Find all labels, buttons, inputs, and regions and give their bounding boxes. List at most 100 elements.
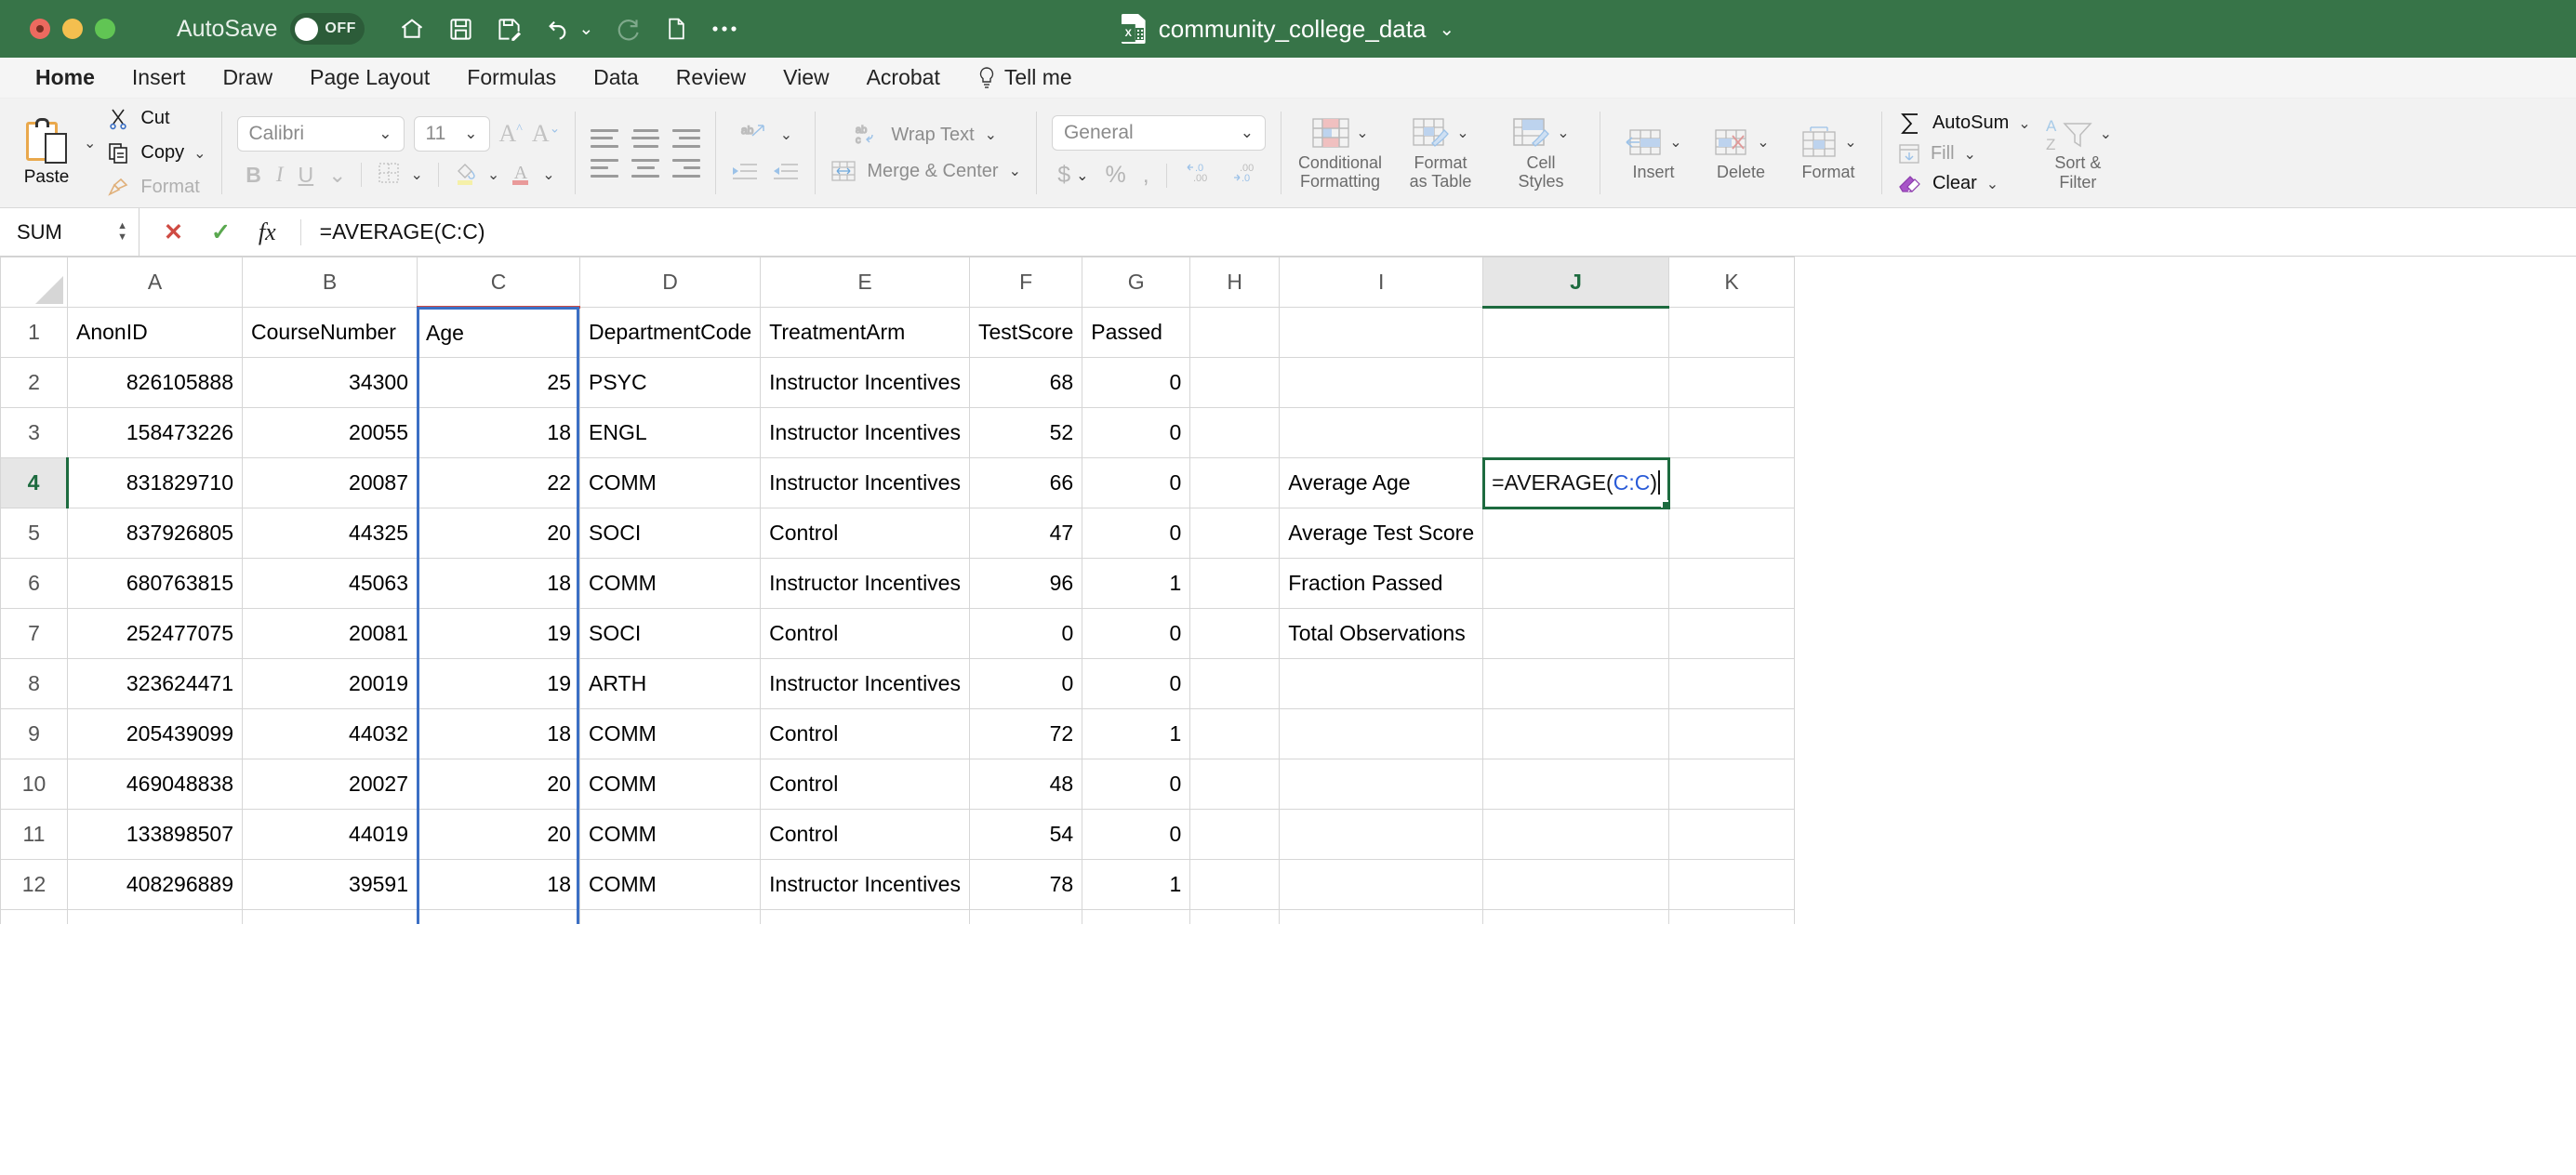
redo-icon[interactable] — [614, 15, 642, 43]
decrease-decimal-button[interactable]: .00.0 — [1230, 160, 1260, 191]
decrease-font-size-button[interactable]: A⌄ — [532, 120, 561, 148]
cell-H2[interactable] — [1189, 357, 1281, 408]
cell-I10[interactable] — [1279, 759, 1484, 810]
row-header-2[interactable]: 2 — [0, 357, 68, 408]
cell-J2[interactable] — [1482, 357, 1670, 408]
cell-C4[interactable]: 22 — [417, 457, 580, 508]
new-document-icon[interactable] — [662, 15, 690, 43]
cell-J12[interactable] — [1482, 859, 1670, 910]
cell-K6[interactable] — [1668, 558, 1796, 609]
cell-I2[interactable] — [1279, 357, 1484, 408]
undo-chevron-down-icon[interactable]: ⌄ — [578, 19, 593, 40]
cell-C7[interactable]: 19 — [417, 608, 580, 659]
cell-E7[interactable]: Control — [760, 608, 970, 659]
row-header-1[interactable]: 1 — [0, 307, 68, 358]
cell-I12[interactable] — [1279, 859, 1484, 910]
increase-font-size-button[interactable]: A^ — [499, 120, 523, 148]
cell-I5[interactable]: Average Test Score — [1279, 508, 1484, 559]
cell-A7[interactable]: 252477075 — [67, 608, 243, 659]
cell-G11[interactable]: 0 — [1082, 809, 1191, 860]
cell-B9[interactable]: 44032 — [242, 708, 418, 759]
row-header-12[interactable]: 12 — [0, 859, 68, 910]
column-header-H[interactable]: H — [1189, 257, 1281, 308]
cell-D12[interactable]: COMM — [578, 859, 762, 910]
cell-A2[interactable]: 826105888 — [67, 357, 243, 408]
tell-me-search[interactable]: Tell me — [959, 65, 1072, 90]
cell-G6[interactable]: 1 — [1082, 558, 1191, 609]
cell-C2[interactable]: 25 — [417, 357, 580, 408]
cell-D5[interactable]: SOCI — [578, 508, 762, 559]
row-header-13[interactable]: 13 — [0, 909, 68, 924]
clear-chevron-down-icon[interactable]: ⌄ — [1986, 175, 1998, 193]
merge-center-chevron-down-icon[interactable]: ⌄ — [1009, 162, 1021, 180]
tab-formulas[interactable]: Formulas — [448, 65, 575, 90]
cell-D13[interactable]: MATH — [578, 909, 762, 924]
tab-draw[interactable]: Draw — [204, 65, 291, 90]
cell-B6[interactable]: 45063 — [242, 558, 418, 609]
sort-filter-chevron-down-icon[interactable]: ⌄ — [2100, 125, 2112, 143]
cell-F8[interactable]: 0 — [968, 658, 1083, 709]
percent-format-button[interactable]: % — [1106, 162, 1126, 189]
column-header-F[interactable]: F — [968, 257, 1083, 308]
cell-K1[interactable] — [1668, 307, 1796, 358]
cell-C8[interactable]: 19 — [417, 658, 580, 709]
increase-decimal-button[interactable]: .0.00 — [1184, 160, 1214, 191]
cell-G3[interactable]: 0 — [1082, 407, 1191, 458]
cell-D10[interactable]: COMM — [578, 759, 762, 810]
cell-G5[interactable]: 0 — [1082, 508, 1191, 559]
sort-filter-button[interactable]: A Z ⌄ Sort & Filter — [2044, 114, 2112, 191]
increase-indent-button[interactable] — [772, 161, 800, 186]
tab-acrobat[interactable]: Acrobat — [848, 65, 959, 90]
cell-B4[interactable]: 20087 — [242, 457, 418, 508]
cell-J8[interactable] — [1482, 658, 1670, 709]
currency-chevron-down-icon[interactable]: ⌄ — [1076, 166, 1088, 185]
paste-button[interactable]: Paste — [11, 118, 82, 188]
tab-home[interactable]: Home — [17, 65, 113, 90]
cell-C13[interactable]: 18 — [417, 909, 580, 924]
cell-J6[interactable] — [1482, 558, 1670, 609]
currency-format-button[interactable]: $ — [1057, 162, 1070, 189]
font-size-select[interactable]: 11 ⌄ — [413, 115, 490, 152]
borders-chevron-down-icon[interactable]: ⌄ — [410, 165, 422, 184]
column-header-G[interactable]: G — [1082, 257, 1191, 308]
close-window-button[interactable] — [30, 19, 50, 39]
cell-A9[interactable]: 205439099 — [67, 708, 243, 759]
copy-button[interactable]: Copy ⌄ — [105, 139, 206, 167]
column-header-K[interactable]: K — [1668, 257, 1796, 308]
cell-H7[interactable] — [1189, 608, 1281, 659]
cell-K5[interactable] — [1668, 508, 1796, 559]
maximize-window-button[interactable] — [95, 19, 115, 39]
cell-H3[interactable] — [1189, 407, 1281, 458]
cell-F10[interactable]: 48 — [968, 759, 1083, 810]
cell-G12[interactable]: 1 — [1082, 859, 1191, 910]
row-header-9[interactable]: 9 — [0, 708, 68, 759]
cell-A3[interactable]: 158473226 — [67, 407, 243, 458]
cell-D7[interactable]: SOCI — [578, 608, 762, 659]
align-right-button[interactable] — [672, 158, 701, 178]
cell-K2[interactable] — [1668, 357, 1796, 408]
cell-E8[interactable]: Instructor Incentives — [760, 658, 970, 709]
cell-E5[interactable]: Control — [760, 508, 970, 559]
cell-F12[interactable]: 78 — [968, 859, 1083, 910]
cell-D11[interactable]: COMM — [578, 809, 762, 860]
underline-button[interactable]: U — [299, 163, 314, 188]
row-header-10[interactable]: 10 — [0, 759, 68, 810]
row-header-8[interactable]: 8 — [0, 658, 68, 709]
cell-G10[interactable]: 0 — [1082, 759, 1191, 810]
cell-G9[interactable]: 1 — [1082, 708, 1191, 759]
cell-F11[interactable]: 54 — [968, 809, 1083, 860]
tab-insert[interactable]: Insert — [113, 65, 205, 90]
cell-H1[interactable] — [1189, 307, 1281, 358]
cell-A13[interactable]: 699523636 — [67, 909, 243, 924]
cell-I9[interactable] — [1279, 708, 1484, 759]
cell-E6[interactable]: Instructor Incentives — [760, 558, 970, 609]
cell-J1[interactable] — [1482, 307, 1670, 358]
cell-B5[interactable]: 44325 — [242, 508, 418, 559]
row-header-11[interactable]: 11 — [0, 809, 68, 860]
cell-A8[interactable]: 323624471 — [67, 658, 243, 709]
cell-F13[interactable]: 43 — [968, 909, 1083, 924]
cell-B11[interactable]: 44019 — [242, 809, 418, 860]
autosave-toggle[interactable]: OFF — [290, 13, 365, 45]
column-header-E[interactable]: E — [760, 257, 970, 308]
cell-H12[interactable] — [1189, 859, 1281, 910]
